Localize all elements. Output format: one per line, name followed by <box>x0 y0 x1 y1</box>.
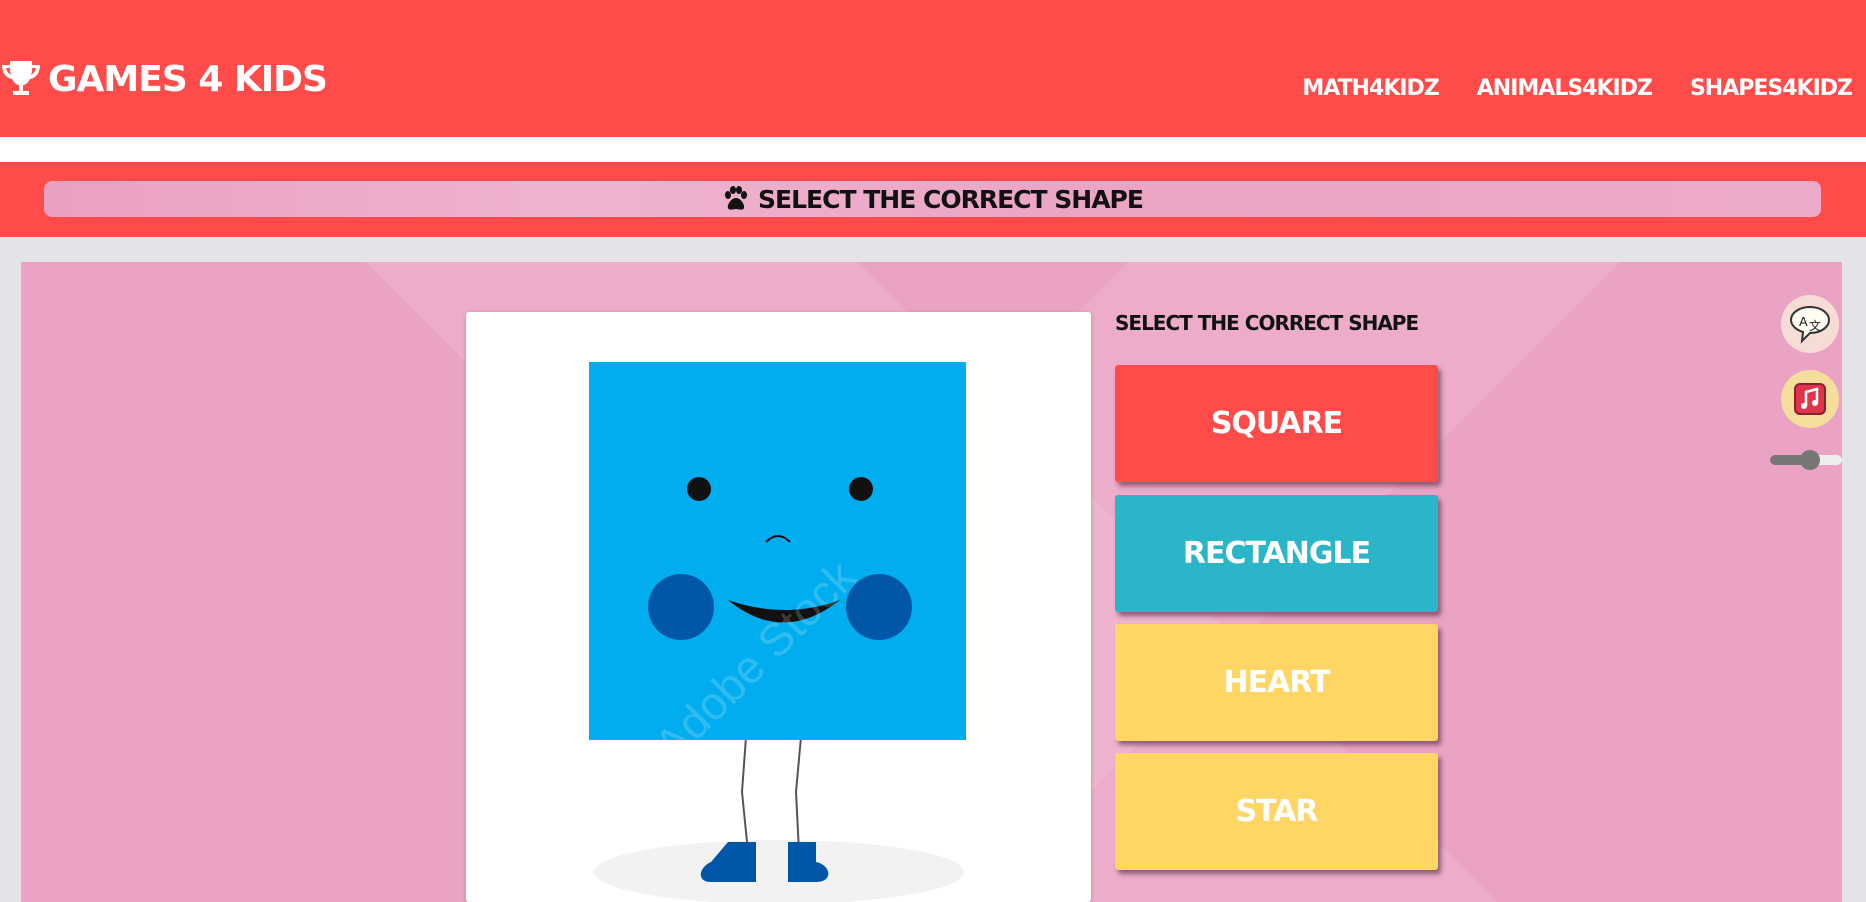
question-prompt: Select the correct shape <box>1115 311 1419 335</box>
nav-shapes4kidz[interactable]: Shapes4Kidz <box>1690 76 1853 101</box>
square-character-image: Adobe Stock <box>589 362 966 902</box>
option-rectangle-button[interactable]: Rectangle <box>1115 495 1438 612</box>
paw-icon <box>725 186 748 210</box>
game-title-bar: Select the correct shape <box>44 181 1821 217</box>
logo-text: Games 4 Kids <box>48 58 328 100</box>
logo[interactable]: Games 4 Kids <box>0 58 328 100</box>
option-heart-button[interactable]: Heart <box>1115 624 1438 741</box>
shape-image-card: Adobe Stock <box>466 312 1091 902</box>
game-panel: Adobe Stock Select the correct shape Squ… <box>21 262 1842 902</box>
game-title: Select the correct shape <box>758 184 1144 214</box>
nav-math4kidz[interactable]: Math4Kidz <box>1302 76 1439 101</box>
music-icon <box>1794 383 1826 415</box>
svg-text:文: 文 <box>1809 318 1821 333</box>
svg-text:A: A <box>1799 314 1808 329</box>
music-button[interactable] <box>1781 370 1839 428</box>
translate-icon: A文 <box>1789 305 1831 344</box>
title-band: Select the correct shape <box>0 162 1866 237</box>
option-star-button[interactable]: Star <box>1115 753 1438 870</box>
divider-strip <box>0 137 1866 162</box>
volume-slider-thumb[interactable] <box>1799 450 1820 470</box>
nav-animals4kidz[interactable]: Animals4Kidz <box>1477 76 1653 101</box>
trophy-icon <box>2 61 40 95</box>
header: Games 4 Kids Math4Kidz Animals4Kidz Shap… <box>0 0 1866 137</box>
option-square-button[interactable]: Square <box>1115 365 1438 482</box>
nav: Math4Kidz Animals4Kidz Shapes4Kidz <box>1302 76 1853 101</box>
translate-button[interactable]: A文 <box>1781 295 1839 353</box>
volume-slider[interactable] <box>1770 450 1842 470</box>
